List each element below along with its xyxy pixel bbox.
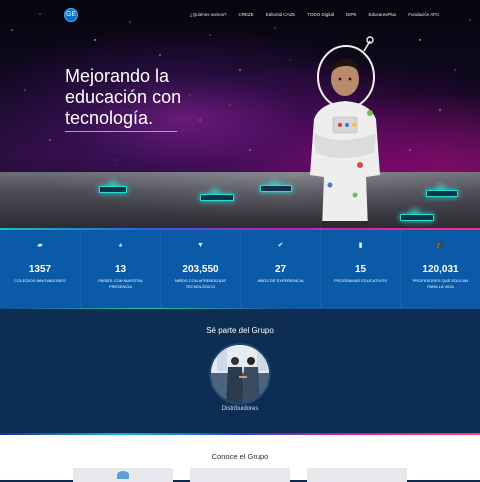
graduation-cap-icon: 🎓 <box>436 242 445 249</box>
astronaut-kid-illustration <box>310 36 380 228</box>
headline-divider <box>65 131 177 132</box>
nav-item-editorial-caze[interactable]: Editorial CAZE <box>266 12 296 17</box>
floating-tablet <box>426 190 458 197</box>
stat-label: Países con nuestra presencia <box>98 278 143 289</box>
stat-number: 203,550 <box>182 264 219 275</box>
stat-programas: ▮ 15 Programas educativos <box>320 228 400 309</box>
check-icon: ✔ <box>277 242 284 249</box>
hero-headline: Mejorando la educación con tecnología. <box>65 66 182 128</box>
stat-ninos: ▼ 203,550 Niños con aprendizaje tecnológ… <box>160 228 240 309</box>
stat-label: Profesores que educan para la vida <box>412 278 469 289</box>
grupo-section: Sé parte del Grupo Distribuidores <box>0 309 480 434</box>
brand-logo[interactable]: GE <box>64 8 78 22</box>
book-icon: ▰ <box>37 242 43 249</box>
stat-label: Programas educativos <box>334 278 387 283</box>
stat-colegios: ▰ 1357 Colegios innovadores <box>0 228 80 309</box>
floating-tablet <box>99 186 127 193</box>
gradient-divider <box>0 228 480 230</box>
stat-label: Años de experiencia <box>257 278 304 283</box>
stat-profesores: 🎓 120,031 Profesores que educan para la … <box>400 228 480 309</box>
nav-item-educaresplus[interactable]: EducaresPlus <box>369 12 397 17</box>
shirt-icon: ▼ <box>197 242 204 249</box>
section-title: Sé parte del Grupo <box>206 326 274 335</box>
bookmark-icon: ▮ <box>358 242 363 249</box>
handshake-photo <box>211 345 269 403</box>
stat-number: 27 <box>274 264 287 275</box>
nav-item-todo-digital[interactable]: TODO Digital <box>307 12 334 17</box>
globe-icon: ◕ <box>118 242 123 249</box>
section-title: Conoce el Grupo <box>211 452 269 461</box>
stat-number: 1357 <box>28 264 52 275</box>
tablet-glow <box>406 204 424 214</box>
nav-item-quienes-somos[interactable]: ¿Quiénes somos? <box>190 12 227 17</box>
stat-number: 120,031 <box>422 264 459 275</box>
tablet-glow <box>206 184 224 194</box>
distribuidores-link[interactable]: Distribuidores <box>0 406 480 412</box>
stat-anos: ✔ 27 Años de experiencia <box>240 228 320 309</box>
conoce-section: Conoce el Grupo <box>0 435 480 482</box>
stat-label: Niños con aprendizaje tecnológico <box>174 278 227 289</box>
distribuidores-image[interactable] <box>209 343 271 405</box>
stat-number: 15 <box>354 264 367 275</box>
floating-tablet <box>260 185 292 192</box>
top-navigation: ¿Quiénes somos? CREZE Editorial CAZE TOD… <box>190 12 439 17</box>
nav-item-creze[interactable]: CREZE <box>239 12 254 17</box>
stats-strip: ▰ 1357 Colegios innovadores ◕ 13 Países … <box>0 228 480 309</box>
cloud-icon <box>117 471 129 479</box>
nav-item-dipe[interactable]: DIPE <box>346 12 357 17</box>
tablet-glow <box>104 176 122 186</box>
stat-paises: ◕ 13 Países con nuestra presencia <box>80 228 160 309</box>
stat-number: 13 <box>114 264 127 275</box>
hero-banner: GE ¿Quiénes somos? CREZE Editorial CAZE … <box>0 0 480 228</box>
stat-label: Colegios innovadores <box>14 278 66 283</box>
tablet-glow <box>432 180 450 190</box>
floating-tablet <box>200 194 234 201</box>
floating-tablet <box>400 214 434 221</box>
nav-item-fundacion[interactable]: Fundación AFC <box>408 12 439 17</box>
